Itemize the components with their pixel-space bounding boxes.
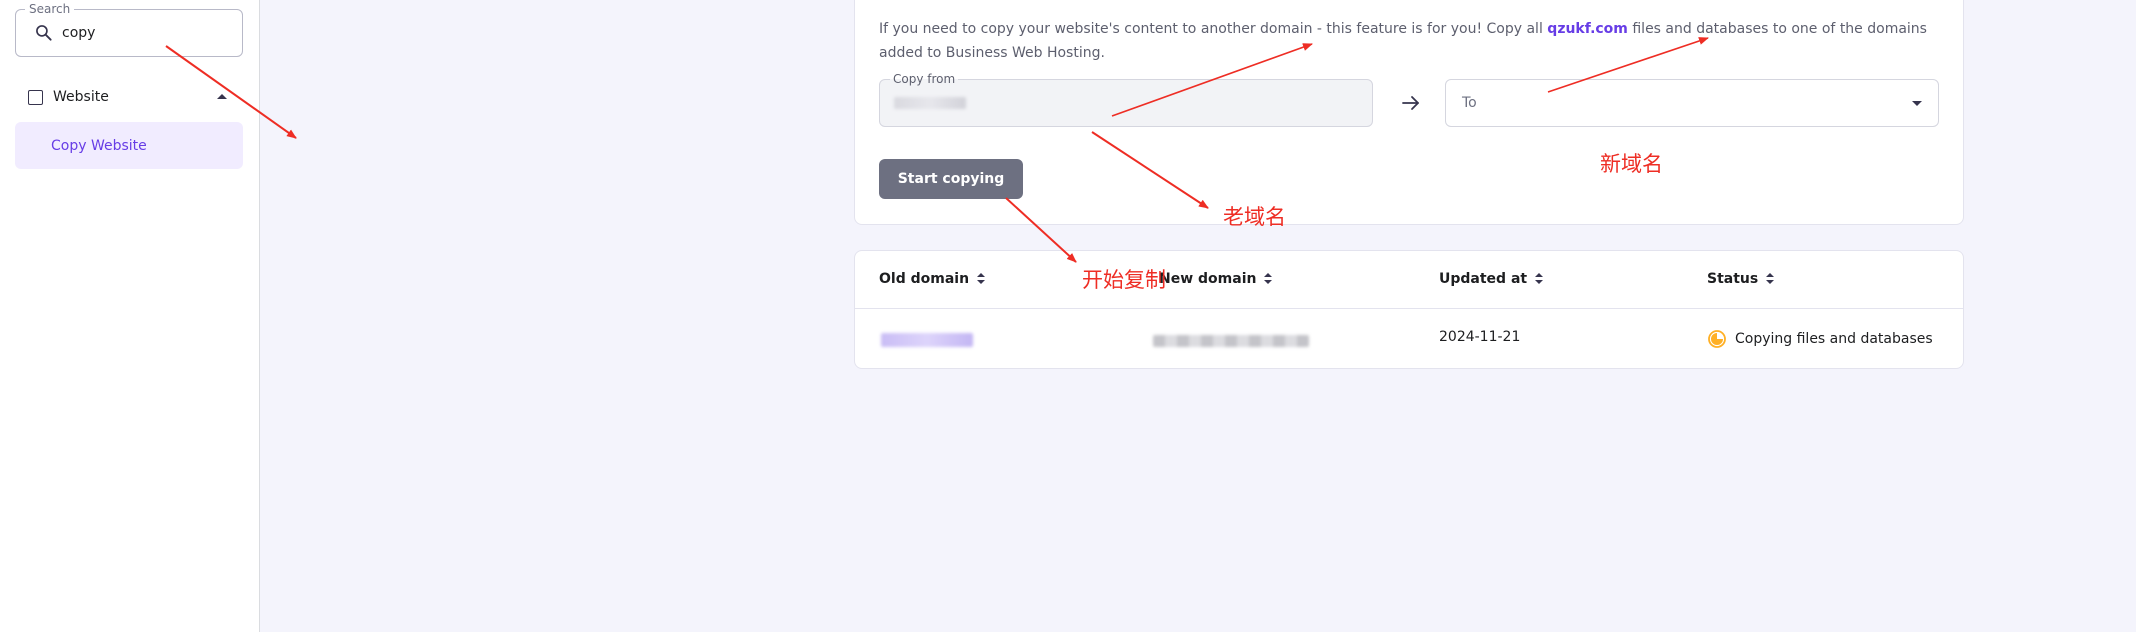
copy-description: If you need to copy your website's conte… bbox=[879, 21, 1927, 61]
new-domain-redacted bbox=[1153, 335, 1309, 347]
chevron-down-icon bbox=[1912, 101, 1922, 106]
copy-from-label: Copy from bbox=[890, 71, 959, 87]
sort-icon bbox=[1535, 273, 1544, 285]
copy-from-value-redacted bbox=[894, 97, 966, 109]
search-legend: Search bbox=[25, 1, 75, 17]
sort-icon bbox=[1264, 273, 1273, 285]
sidebar-item-label: Copy Website bbox=[51, 137, 147, 154]
column-new-domain[interactable]: New domain bbox=[1159, 271, 1273, 287]
search-icon bbox=[36, 25, 52, 41]
copy-website-card: If you need to copy your website's conte… bbox=[854, 0, 1964, 225]
chevron-up-icon bbox=[217, 94, 227, 99]
table-header: Old domain New domain Updated at Status bbox=[855, 251, 1963, 309]
search-input[interactable] bbox=[62, 21, 232, 45]
copy-from-field: Copy from bbox=[879, 71, 1373, 127]
annotation-start-copy: 开始复制 bbox=[1082, 268, 1166, 292]
old-domain-redacted[interactable] bbox=[881, 333, 973, 347]
to-domain-placeholder: To bbox=[1462, 95, 1477, 111]
sidebar-group-label: Website bbox=[53, 89, 109, 105]
to-domain-select[interactable]: To bbox=[1445, 79, 1939, 127]
source-domain-link[interactable]: qzukf.com bbox=[1547, 21, 1628, 37]
updated-at-cell: 2024-11-21 bbox=[1439, 329, 1521, 345]
sidebar: Search Website Copy Website bbox=[0, 0, 260, 632]
website-icon bbox=[28, 89, 43, 105]
column-updated-at[interactable]: Updated at bbox=[1439, 271, 1544, 287]
status-cell: Copying files and databases bbox=[1707, 329, 1933, 349]
column-old-domain[interactable]: Old domain bbox=[879, 271, 986, 287]
sidebar-group-website[interactable]: Website bbox=[15, 80, 243, 114]
sort-icon bbox=[977, 273, 986, 285]
start-copying-button[interactable]: Start copying bbox=[879, 159, 1023, 199]
annotation-old-domain: 老域名 bbox=[1223, 205, 1286, 229]
copy-history-table: Old domain New domain Updated at Status … bbox=[854, 250, 1964, 369]
sidebar-item-copy-website[interactable]: Copy Website bbox=[15, 122, 243, 169]
arrow-right-icon bbox=[1402, 96, 1419, 110]
search-field[interactable]: Search bbox=[15, 1, 243, 57]
sort-icon bbox=[1766, 273, 1775, 285]
annotation-new-domain: 新域名 bbox=[1600, 152, 1663, 176]
status-text: Copying files and databases bbox=[1735, 331, 1933, 347]
column-status[interactable]: Status bbox=[1707, 271, 1775, 287]
in-progress-icon bbox=[1708, 330, 1726, 348]
